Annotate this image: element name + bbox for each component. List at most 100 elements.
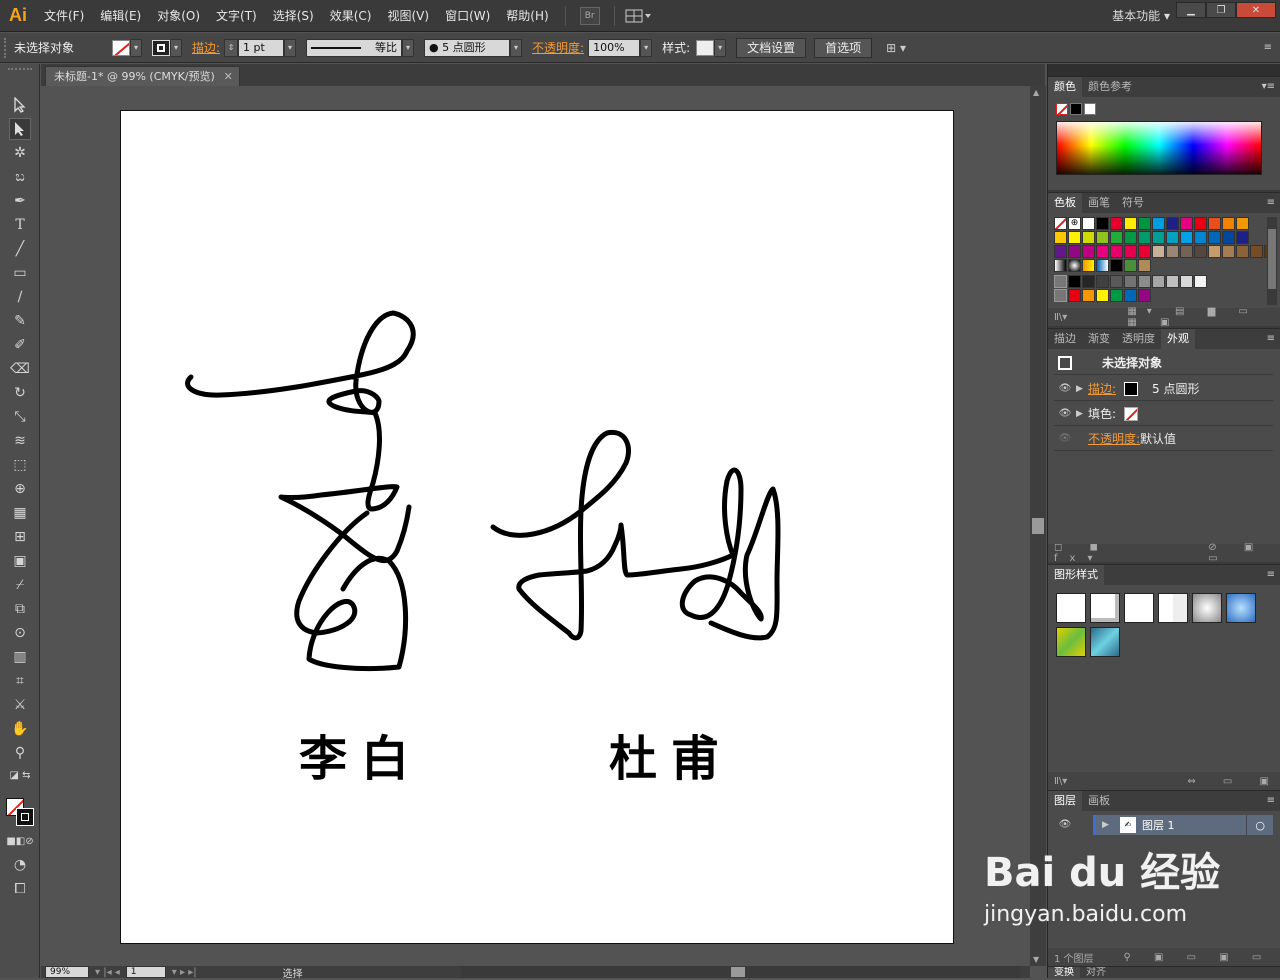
color-swatch[interactable] — [1068, 231, 1081, 244]
color-swatch[interactable] — [1068, 245, 1081, 258]
appearance-fill-swatch[interactable] — [1124, 406, 1139, 421]
panel-menu-icon[interactable]: ▾≡ — [1262, 77, 1275, 97]
tab-transform[interactable]: 变换 — [1048, 967, 1080, 978]
tab-layers[interactable]: 图层 — [1048, 791, 1082, 811]
layer-visibility-icon[interactable]: 👁 — [1054, 815, 1076, 835]
opacity-dropdown[interactable]: ▾ — [640, 38, 653, 57]
fill-swatch[interactable] — [112, 39, 130, 56]
color-swatch[interactable] — [1082, 245, 1095, 258]
gradient-pattern-swatch[interactable] — [1138, 259, 1151, 272]
default-colors-icon[interactable]: ◪ ⇆ — [9, 764, 31, 786]
layers-footer-icons[interactable]: ⚲ ▣ ▭ ▣ ▭ — [1124, 952, 1272, 963]
color-swatch[interactable] — [1096, 217, 1109, 230]
color-mode-icon[interactable]: ■◧⊘ — [6, 830, 33, 852]
paintbrush-icon[interactable]: ∕ — [9, 286, 31, 308]
panel-menu-icon[interactable]: ≡ — [1267, 565, 1275, 585]
horizontal-scrollbar[interactable] — [461, 966, 1021, 978]
opacity-field[interactable]: 100% — [588, 38, 641, 57]
tab-appearance[interactable]: 外观 — [1161, 329, 1195, 349]
close-button[interactable]: ✕ — [1236, 2, 1276, 18]
scroll-down-icon[interactable]: ▼ — [1033, 955, 1039, 964]
color-swatch[interactable] — [1208, 245, 1221, 258]
color-swatch[interactable] — [1124, 231, 1137, 244]
color-swatch[interactable] — [1208, 217, 1221, 230]
registration-swatch-icon[interactable]: ⊕ — [1068, 217, 1081, 230]
color-swatch[interactable] — [1222, 231, 1235, 244]
mesh-tool-icon[interactable]: ⊞ — [9, 526, 31, 548]
type-tool-icon[interactable]: T — [9, 214, 31, 236]
color-swatch[interactable] — [1110, 231, 1123, 244]
swatch-library-icon[interactable]: Ⅱ\▾ — [1054, 312, 1067, 323]
lasso-icon[interactable]: ಬ — [9, 166, 31, 188]
expand-triangle-icon[interactable]: ▶ — [1076, 384, 1088, 394]
document-tab[interactable]: 未标题-1* @ 99% (CMYK/预览) ✕ — [45, 66, 240, 86]
graphic-style-gradient-gray[interactable] — [1192, 593, 1222, 623]
free-transform-icon[interactable]: ⬚ — [9, 454, 31, 476]
tab-stroke[interactable]: 描边 — [1048, 329, 1082, 349]
artboard-number-field[interactable]: 1 — [125, 966, 166, 978]
menu-effect[interactable]: 效果(C) — [322, 0, 380, 32]
fill-dropdown[interactable]: ▾ — [130, 38, 142, 57]
pen-tool-icon[interactable]: ✒ — [9, 190, 31, 212]
stroke-swatch[interactable] — [152, 39, 170, 56]
color-swatch[interactable] — [1236, 217, 1249, 230]
tab-color-guide[interactable]: 颜色参考 — [1082, 77, 1138, 97]
menu-view[interactable]: 视图(V) — [379, 0, 437, 32]
menu-select[interactable]: 选择(S) — [265, 0, 322, 32]
tab-symbols[interactable]: 符号 — [1116, 193, 1150, 213]
pencil-icon[interactable]: ✎ — [9, 310, 31, 332]
menu-object[interactable]: 对象(O) — [149, 0, 208, 32]
gradient-pattern-swatch[interactable] — [1082, 259, 1095, 272]
color-swatch[interactable] — [1152, 231, 1165, 244]
screen-mode-icon[interactable]: ⧠ — [9, 878, 31, 900]
tab-artboards[interactable]: 画板 — [1082, 791, 1116, 811]
color-swatch[interactable] — [1194, 217, 1207, 230]
drawing-mode-icon[interactable]: ◔ — [9, 854, 31, 876]
opacity-label[interactable]: 不透明度: — [532, 39, 584, 56]
color-swatch[interactable] — [1138, 289, 1151, 302]
color-swatch[interactable] — [1110, 217, 1123, 230]
color-swatch[interactable] — [1096, 245, 1109, 258]
perspective-grid-icon[interactable]: ▦ — [9, 502, 31, 524]
tab-transparency[interactable]: 透明度 — [1116, 329, 1161, 349]
eyedropper-icon[interactable]: ⌿ — [9, 574, 31, 596]
artboard[interactable]: 李白 杜甫 — [120, 110, 954, 944]
shape-builder-icon[interactable]: ⊕ — [9, 478, 31, 500]
appearance-stroke-label[interactable]: 描边: — [1088, 380, 1116, 397]
layer-lock-toggle[interactable] — [1076, 815, 1096, 835]
stroke-profile-dropdown[interactable]: ▾ — [402, 38, 415, 57]
style-dropdown[interactable]: ▾ — [714, 38, 727, 57]
appearance-opacity-label[interactable]: 不透明度: — [1088, 430, 1140, 447]
scale-tool-icon[interactable]: ⤡ — [9, 406, 31, 428]
menu-type[interactable]: 文字(T) — [208, 0, 265, 32]
color-swatch[interactable] — [1096, 231, 1109, 244]
restore-button[interactable]: ❐ — [1206, 2, 1236, 18]
blob-brush-icon[interactable]: ✐ — [9, 334, 31, 356]
layer-target-icon[interactable]: ○ — [1255, 819, 1265, 832]
color-swatch[interactable] — [1124, 245, 1137, 258]
color-swatch[interactable] — [1194, 231, 1207, 244]
graphic-style-yellow-green[interactable] — [1056, 627, 1086, 657]
expand-triangle-icon[interactable]: ▶ — [1076, 409, 1088, 419]
document-setup-button[interactable]: 文档设置 — [736, 37, 807, 58]
horizontal-scroll-thumb[interactable] — [731, 967, 745, 977]
layer-name[interactable]: 图层 1 — [1142, 817, 1175, 833]
close-tab-icon[interactable]: ✕ — [224, 67, 233, 87]
swatch-footer-icons[interactable]: ▦▾ ▤ ▆ ▭ ▦ ▣ — [1127, 306, 1280, 328]
color-swatch[interactable] — [1054, 245, 1067, 258]
blend-tool-icon[interactable]: ⧉ — [9, 598, 31, 620]
dock-header[interactable] — [1048, 64, 1280, 76]
color-swatch[interactable] — [1082, 217, 1095, 230]
color-swatch[interactable] — [1194, 245, 1207, 258]
color-swatch[interactable] — [1138, 275, 1151, 288]
color-swatch[interactable] — [1054, 231, 1067, 244]
width-tool-icon[interactable]: ≋ — [9, 430, 31, 452]
color-swatch[interactable] — [1110, 275, 1123, 288]
stroke-weight-field[interactable]: 1 pt — [238, 38, 285, 57]
toolbox-grip[interactable] — [8, 68, 32, 72]
canvas-area[interactable]: 李白 杜甫 — [41, 86, 1030, 966]
color-swatch[interactable] — [1082, 289, 1095, 302]
gradient-pattern-swatch[interactable] — [1068, 259, 1081, 272]
color-swatch[interactable] — [1180, 245, 1193, 258]
gradient-pattern-swatch[interactable] — [1096, 259, 1109, 272]
